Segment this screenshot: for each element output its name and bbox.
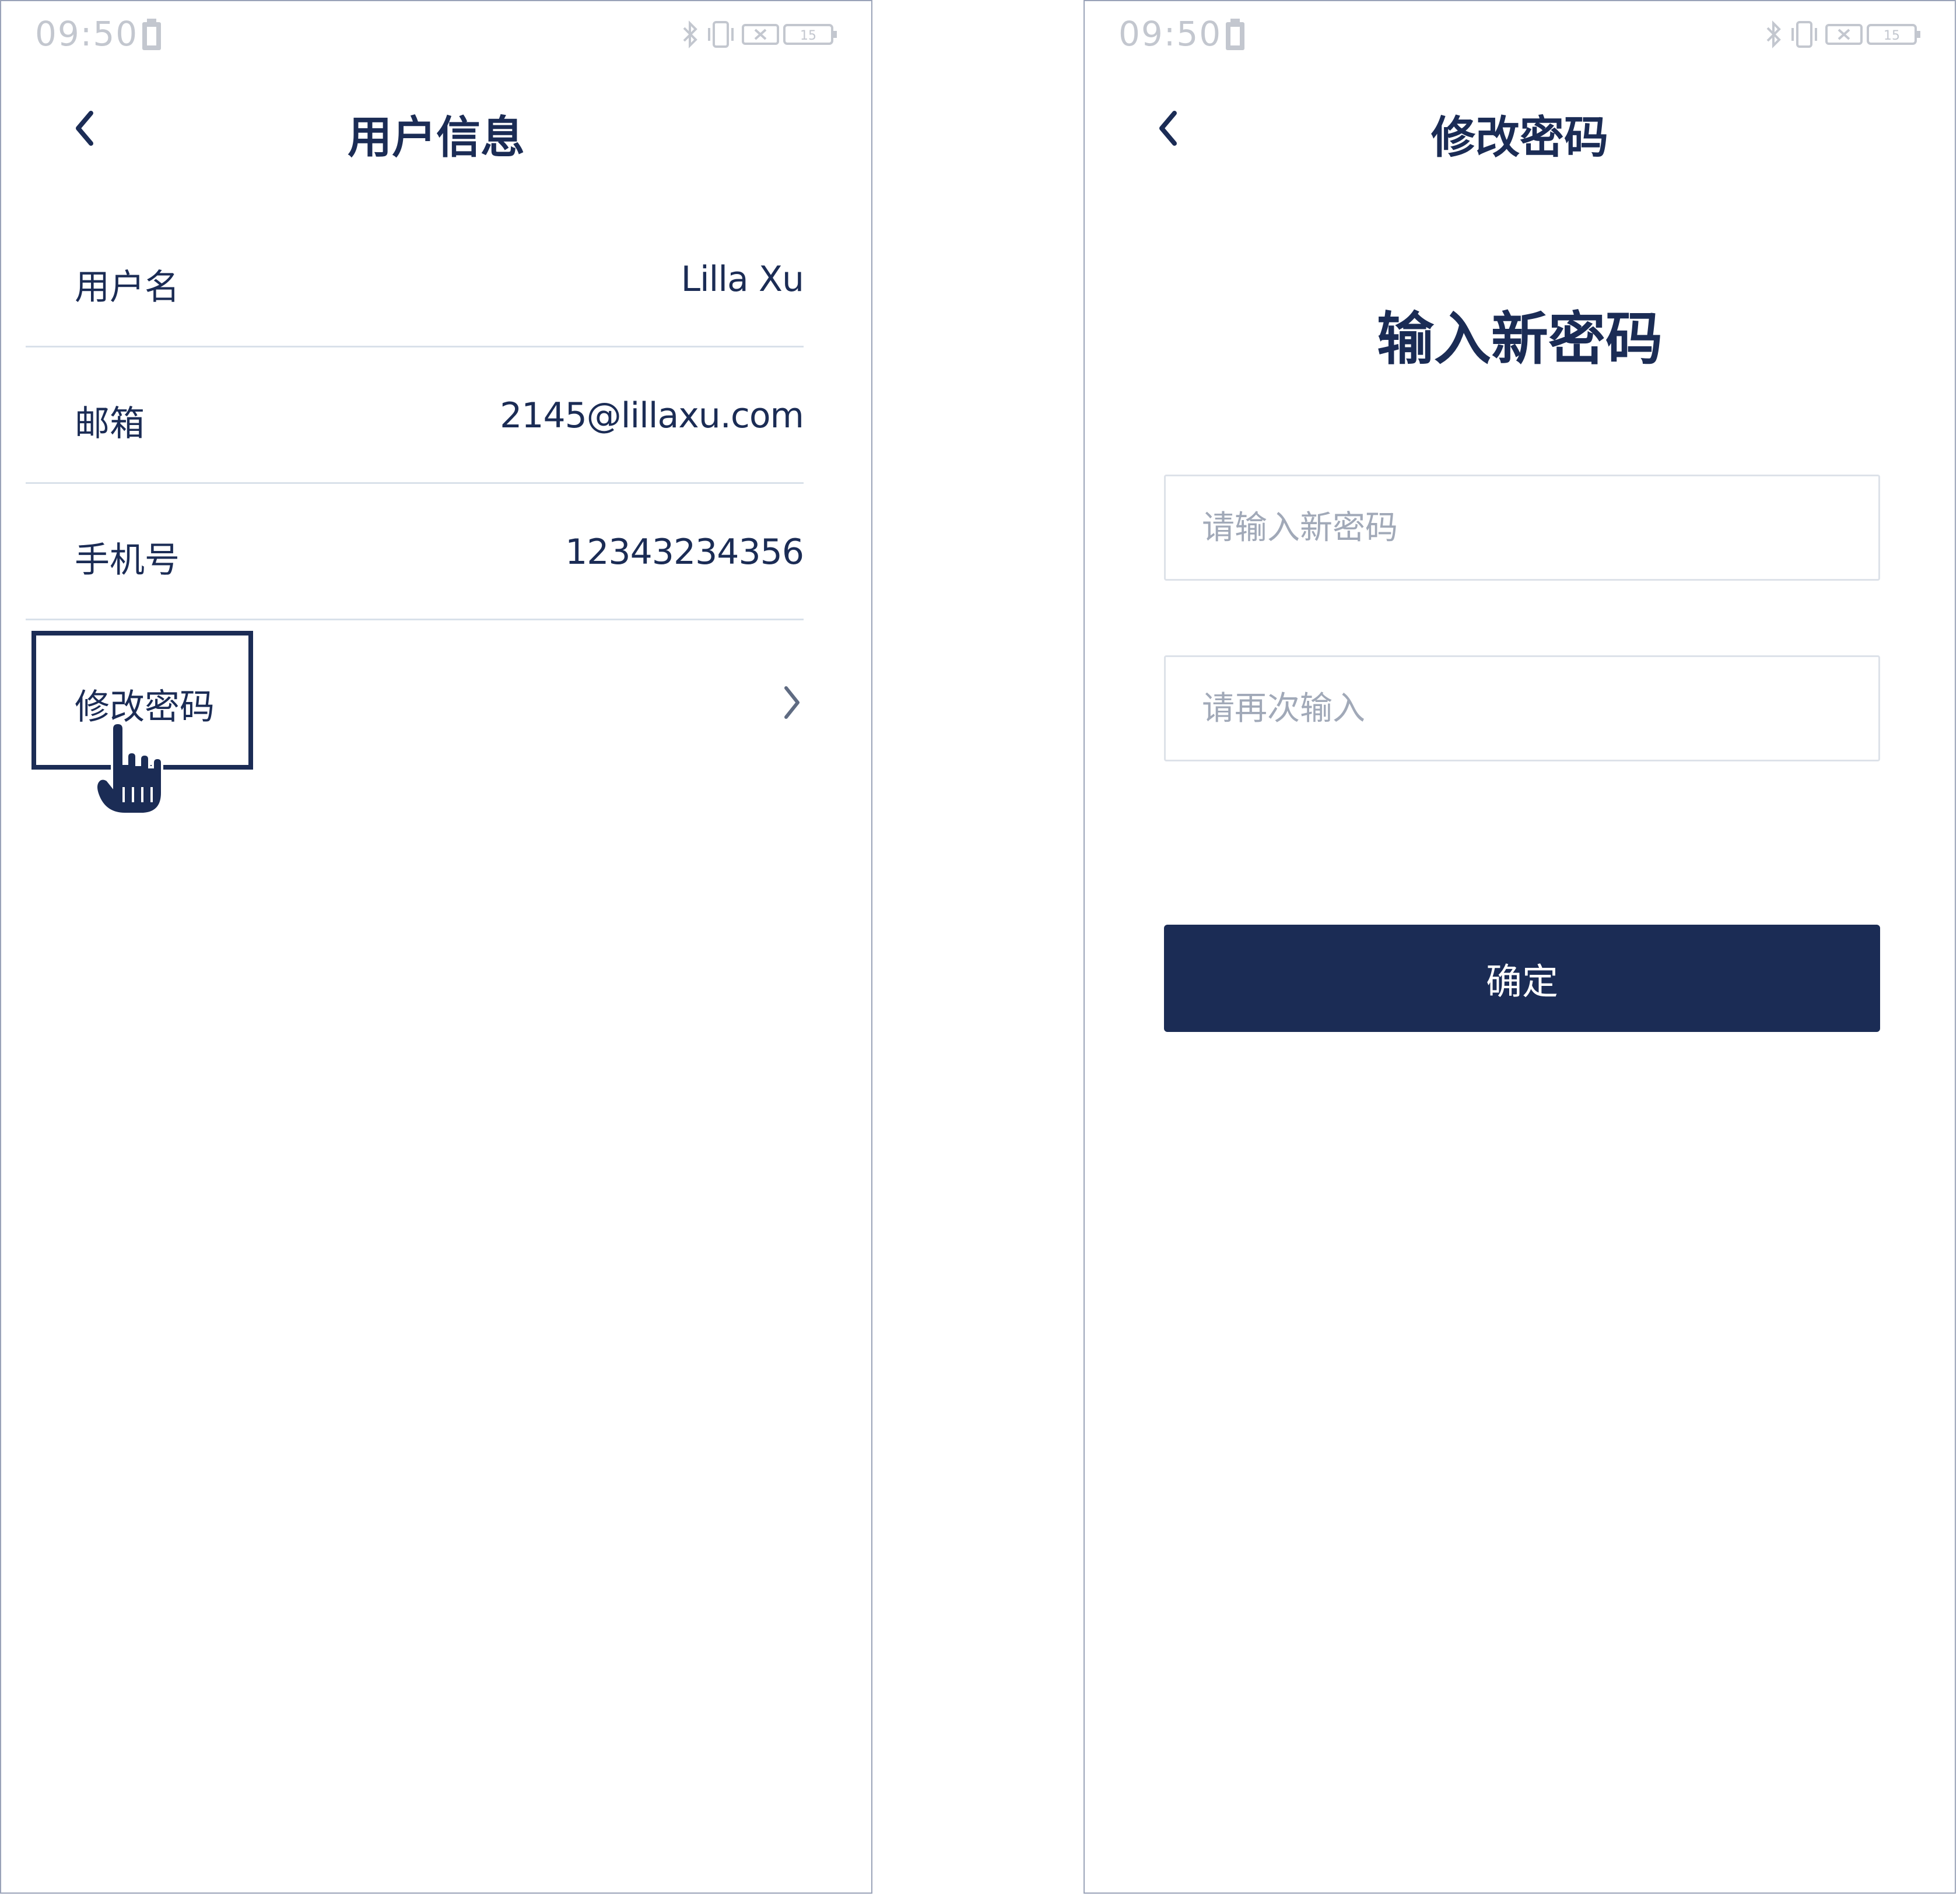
page-title: 用户信息	[348, 111, 525, 163]
hand-pointer-icon	[95, 723, 163, 815]
row-value: 2145@lillaxu.com	[500, 395, 804, 436]
storage-icon	[142, 19, 161, 50]
info-row-username: 用户名 Lilla Xu	[26, 211, 804, 347]
battery-level: 15	[1884, 29, 1900, 43]
row-label: 邮箱	[75, 403, 145, 444]
row-value: Lilla Xu	[681, 259, 804, 300]
status-icons: 15	[1764, 20, 1922, 49]
new-password-input[interactable]	[1164, 475, 1880, 581]
battery-icon: 15	[783, 24, 837, 45]
status-time: 09:50	[1119, 14, 1222, 54]
status-icons: 15	[681, 20, 839, 49]
vibrate-icon	[707, 21, 734, 48]
user-info-screen: 09:50 15 用户信息 用户名 Lilla Xu 邮箱 2145@lilla…	[0, 0, 872, 1894]
bluetooth-icon	[1766, 20, 1781, 48]
change-password-screen: 09:50 15 修改密码 输入新密码 确定	[1084, 0, 1956, 1894]
row-label: 手机号	[75, 540, 180, 581]
info-row-email: 邮箱 2145@lillaxu.com	[26, 347, 804, 484]
no-sim-icon	[1825, 24, 1863, 45]
page-title: 修改密码	[1431, 111, 1608, 163]
vibrate-icon	[1791, 21, 1817, 48]
bluetooth-icon	[683, 20, 697, 48]
status-time: 09:50	[35, 14, 139, 54]
row-label: 用户名	[75, 267, 180, 308]
storage-icon	[1226, 19, 1244, 50]
status-bar: 09:50 15	[1085, 1, 1955, 71]
battery-level: 15	[800, 29, 816, 43]
battery-icon: 15	[1867, 24, 1920, 45]
status-bar: 09:50 15	[1, 1, 871, 71]
confirm-button[interactable]: 确定	[1164, 925, 1880, 1032]
new-password-heading: 输入新密码	[1376, 306, 1663, 373]
repeat-password-input[interactable]	[1164, 655, 1880, 761]
info-row-phone: 手机号 12343234356	[26, 484, 804, 620]
row-value: 12343234356	[565, 532, 804, 573]
no-sim-icon	[741, 24, 779, 45]
chevron-right-icon	[784, 686, 800, 719]
